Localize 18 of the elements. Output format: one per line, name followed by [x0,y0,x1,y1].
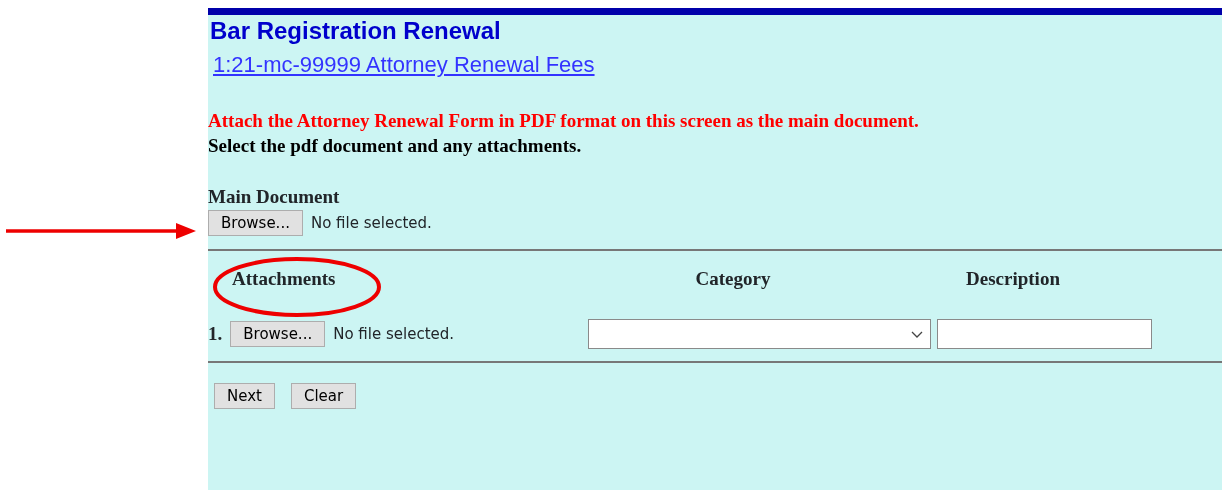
row-number: 1. [208,321,223,346]
file-status-text: No file selected. [333,323,455,345]
browse-button[interactable]: Browse... [230,321,326,347]
chevron-down-icon [911,331,923,339]
case-link[interactable]: 1:21-mc-99999 Attorney Renewal Fees [213,48,595,81]
form-button[interactable]: Clear [290,383,357,409]
browse-button[interactable]: Browse... [208,210,303,236]
instruction-text: Select the pdf document and any attachments. [208,134,582,158]
description-field[interactable] [937,319,1152,349]
section-label: Main Document [208,185,340,209]
file-status-text: No file selected. [310,212,432,234]
column-header: Attachments [232,266,336,291]
page-title: Bar Registration Renewal [209,18,501,45]
column-header: Description [966,266,1060,291]
warning-text: Attach the Attorney Renewal Form in PDF format on this screen as the main document. [208,109,919,133]
column-header: Category [695,266,771,291]
form-button[interactable]: Next [214,383,275,409]
category-dropdown[interactable] [588,319,931,349]
